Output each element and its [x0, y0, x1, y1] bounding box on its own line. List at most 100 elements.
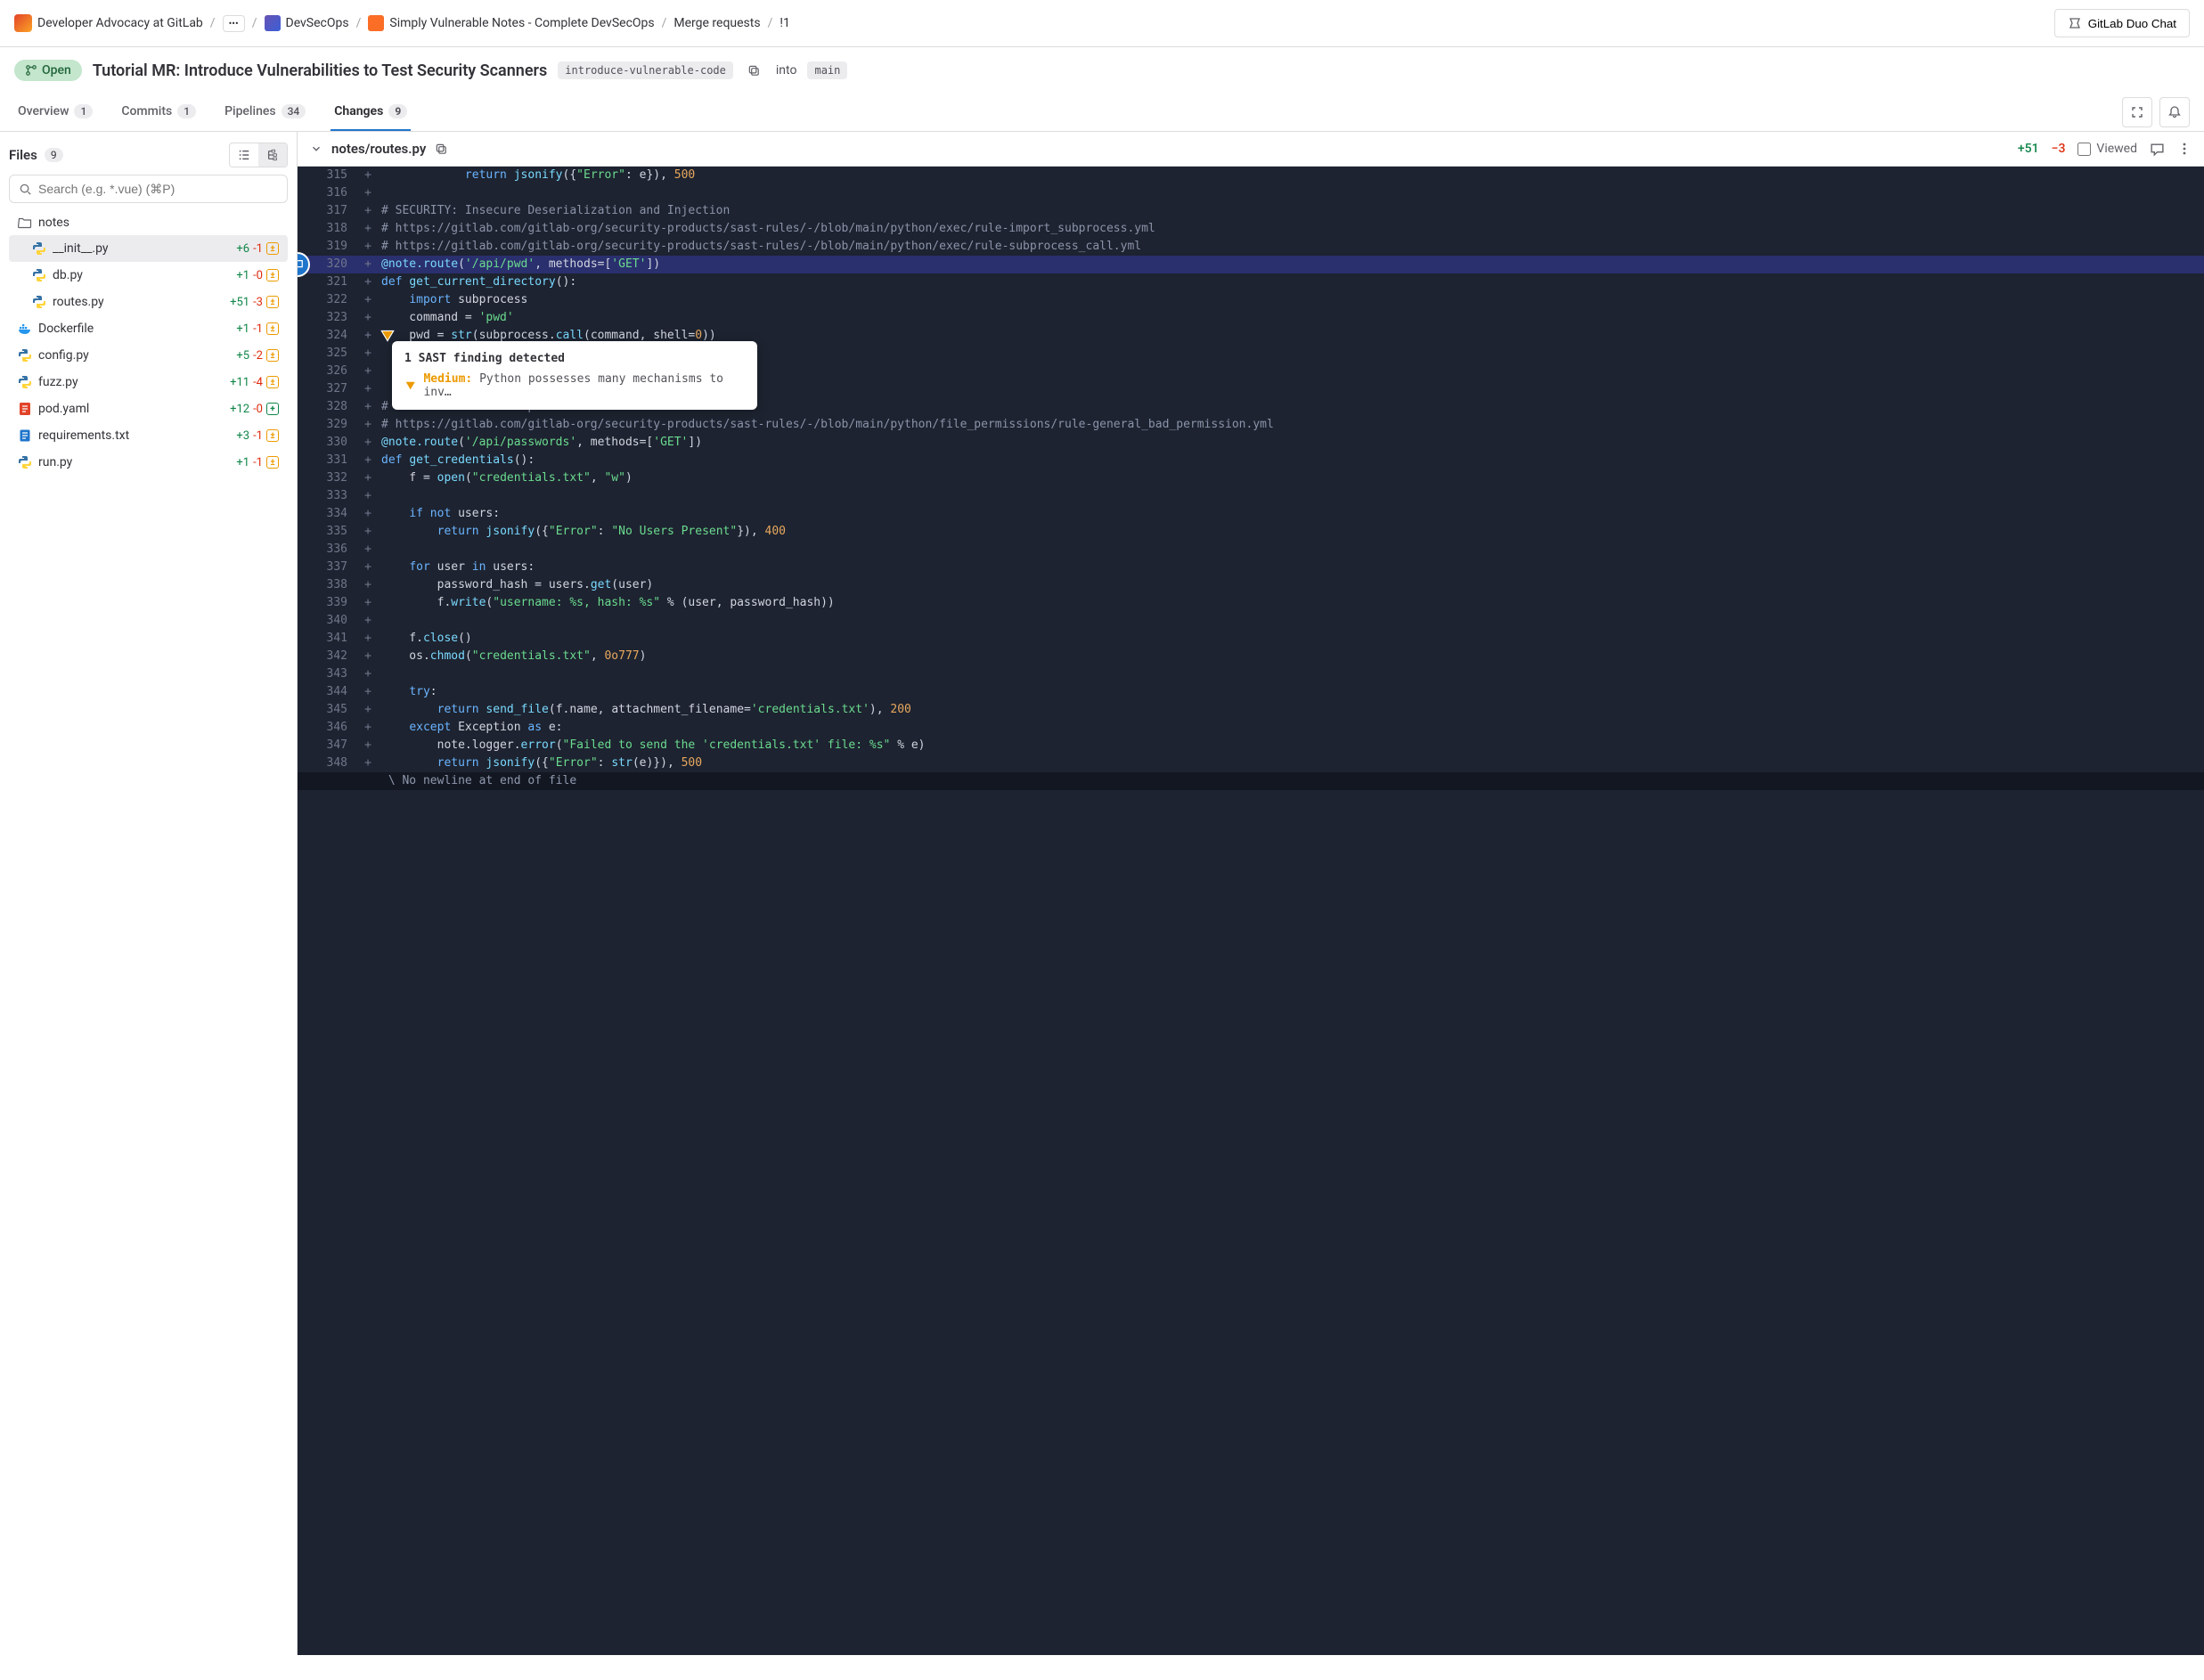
crumb-subgroup[interactable]: DevSecOps	[265, 15, 349, 31]
file-tree-sidebar: Files 9 notes __init__.py +6 -1 ± db.py+1 …	[0, 132, 298, 1655]
code-line[interactable]: 346+ except Exception as e:	[298, 719, 2204, 737]
file-search-input[interactable]	[38, 182, 278, 196]
code-line[interactable]: 336+	[298, 541, 2204, 559]
chevron-down-icon[interactable]	[310, 143, 322, 155]
sast-popover[interactable]: 1 SAST finding detectedMedium: Python po…	[392, 341, 757, 410]
list-view-icon[interactable]	[230, 143, 258, 167]
code-line[interactable]: 330+@note.route('/api/passwords', method…	[298, 434, 2204, 452]
folder-notes[interactable]: notes	[9, 210, 288, 235]
source-branch[interactable]: introduce-vulnerable-code	[558, 61, 733, 79]
sast-severity: Medium:	[423, 372, 472, 386]
file-stats: +11 -4 ±	[230, 376, 279, 389]
file-item[interactable]: fuzz.py +11 -4 ±	[9, 369, 288, 396]
code-line[interactable]: 322+ import subprocess	[298, 291, 2204, 309]
removals-count: −3	[2052, 142, 2066, 156]
target-branch[interactable]: main	[807, 61, 847, 79]
breadcrumb: Developer Advocacy at GitLab / ••• / Dev…	[0, 0, 2204, 47]
file-search[interactable]	[9, 175, 288, 203]
notifications-button[interactable]	[2159, 97, 2190, 127]
file-item[interactable]: db.py+1 -0 ±	[9, 262, 288, 289]
diff-header: notes/routes.py +51 −3 Viewed	[298, 132, 2204, 167]
group-avatar-icon	[14, 14, 32, 32]
file-item[interactable]: Dockerfile+1 -1 ±	[9, 315, 288, 342]
file-name: db.py	[53, 268, 230, 282]
code-line[interactable]: 317+# SECURITY: Insecure Deserialization…	[298, 202, 2204, 220]
code-line[interactable]: 319+# https://gitlab.com/gitlab-org/secu…	[298, 238, 2204, 256]
code-line[interactable]: 316+	[298, 184, 2204, 202]
file-name: run.py	[38, 455, 230, 469]
code-line[interactable]: 321+def get_current_directory():	[298, 273, 2204, 291]
code-line[interactable]: 339+ f.write("username: %s, hash: %s" % …	[298, 594, 2204, 612]
code-line[interactable]: 318+# https://gitlab.com/gitlab-org/secu…	[298, 220, 2204, 238]
severity-icon	[404, 379, 416, 392]
files-header: Files 9	[9, 143, 288, 167]
tabs: Overview1 Commits1 Pipelines34 Changes9	[0, 94, 2204, 132]
comment-icon[interactable]	[2150, 142, 2165, 157]
project-avatar-icon	[368, 15, 384, 31]
folder-label: notes	[38, 216, 69, 230]
no-newline-notice: \ No newline at end of file	[298, 772, 2204, 790]
files-count: 9	[45, 148, 63, 162]
code-line[interactable]: 340+	[298, 612, 2204, 630]
file-item[interactable]: routes.py +51 -3 ±	[9, 289, 288, 315]
tab-changes[interactable]: Changes9	[331, 94, 411, 131]
code-line[interactable]: 348+ return jsonify({"Error": str(e)}), …	[298, 754, 2204, 772]
code-line[interactable]: 333+	[298, 487, 2204, 505]
file-stats: +12 -0 +	[230, 403, 279, 416]
file-stats: +5 -2 ±	[236, 349, 279, 363]
file-stats: +51 -3 ±	[230, 296, 279, 309]
file-item[interactable]: __init__.py +6 -1 ±	[9, 235, 288, 262]
code-line[interactable]: 323+ command = 'pwd'	[298, 309, 2204, 327]
gitlab-duo-chat-button[interactable]: GitLab Duo Chat	[2054, 9, 2190, 37]
diff-panel: notes/routes.py +51 −3 Viewed 315+ retur…	[298, 132, 2204, 1655]
more-options-icon[interactable]	[2177, 142, 2192, 156]
file-name: fuzz.py	[38, 375, 224, 389]
into-label: into	[776, 63, 797, 77]
file-name: requirements.txt	[38, 428, 230, 443]
sast-pop-title: 1 SAST finding detected	[404, 352, 745, 365]
code-line[interactable]: 345+ return send_file(f.name, attachment…	[298, 701, 2204, 719]
duo-icon	[2068, 16, 2082, 30]
code-line[interactable]: 344+ try:	[298, 683, 2204, 701]
viewed-checkbox[interactable]: Viewed	[2077, 142, 2137, 156]
copy-branch-icon[interactable]	[744, 60, 765, 81]
diff-file-path[interactable]: notes/routes.py	[331, 141, 426, 157]
tab-pipelines[interactable]: Pipelines34	[221, 94, 309, 131]
crumb-ellipsis[interactable]: •••	[223, 15, 245, 32]
file-item[interactable]: run.py+1 -1 ±	[9, 449, 288, 476]
code-line[interactable]: 341+ f.close()	[298, 630, 2204, 648]
crumb-project[interactable]: Simply Vulnerable Notes - Complete DevSe…	[368, 15, 654, 31]
search-icon	[19, 183, 32, 196]
crumb-mr-iid[interactable]: !1	[780, 16, 789, 30]
file-name: __init__.py	[53, 241, 230, 256]
file-item[interactable]: pod.yaml+12 -0 +	[9, 396, 288, 422]
fullscreen-button[interactable]	[2122, 97, 2152, 127]
code-line[interactable]: 343+	[298, 665, 2204, 683]
file-item[interactable]: requirements.txt+3 -1 ±	[9, 422, 288, 449]
code-line[interactable]: 335+ return jsonify({"Error": "No Users …	[298, 523, 2204, 541]
file-tree: notes __init__.py+6 -1 ±db.py+1 -0 ±rout…	[9, 210, 288, 476]
code-viewer[interactable]: 315+ return jsonify({"Error": e}), 50031…	[298, 167, 2204, 1655]
code-line[interactable]: 332+ f = open("credentials.txt", "w")	[298, 469, 2204, 487]
file-name: routes.py	[53, 295, 224, 309]
file-item[interactable]: config.py +5 -2 ±	[9, 342, 288, 369]
code-line[interactable]: 320+@note.route('/api/pwd', methods=['GE…	[298, 256, 2204, 273]
code-line[interactable]: 347+ note.logger.error("Failed to send t…	[298, 737, 2204, 754]
code-line[interactable]: 329+# https://gitlab.com/gitlab-org/secu…	[298, 416, 2204, 434]
copy-path-icon[interactable]	[435, 143, 448, 156]
tree-view-icon[interactable]	[258, 143, 287, 167]
tab-overview[interactable]: Overview1	[14, 94, 96, 131]
tab-commits[interactable]: Commits1	[118, 94, 200, 131]
folder-icon	[18, 216, 32, 230]
code-line[interactable]: 331+def get_credentials():	[298, 452, 2204, 469]
code-line[interactable]: 338+ password_hash = users.get(user)	[298, 576, 2204, 594]
file-name: config.py	[38, 348, 230, 363]
code-line[interactable]: 334+ if not users:	[298, 505, 2204, 523]
code-line[interactable]: 337+ for user in users:	[298, 559, 2204, 576]
crumb-section[interactable]: Merge requests	[673, 16, 760, 30]
crumb-group[interactable]: Developer Advocacy at GitLab	[14, 14, 203, 32]
code-line[interactable]: 315+ return jsonify({"Error": e}), 500	[298, 167, 2204, 184]
file-name: Dockerfile	[38, 322, 230, 336]
code-line[interactable]: 342+ os.chmod("credentials.txt", 0o777)	[298, 648, 2204, 665]
file-stats: +6 -1 ±	[236, 242, 279, 256]
